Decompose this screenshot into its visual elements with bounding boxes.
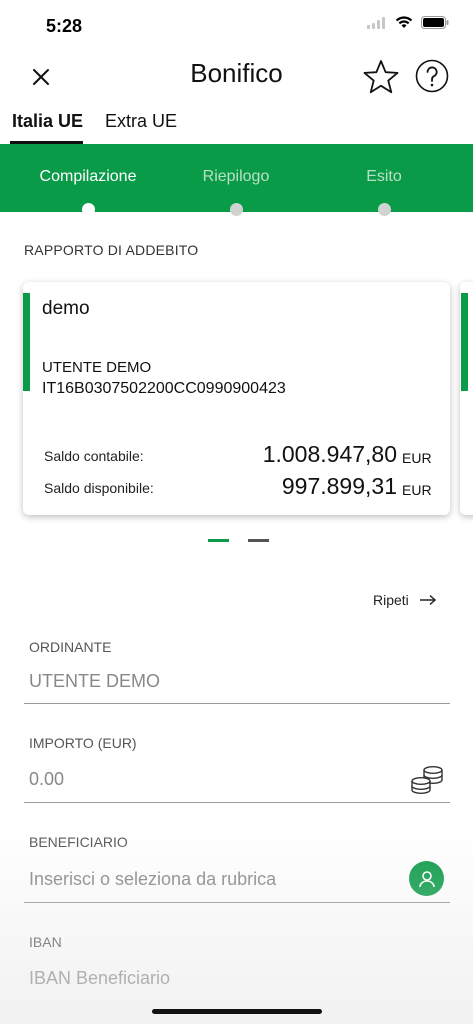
favorite-button[interactable] (362, 58, 400, 96)
help-button[interactable] (415, 59, 449, 93)
step-riepilogo: Riepilogo (202, 168, 270, 185)
beneficiario-label: BENEFICIARIO (29, 834, 128, 850)
carousel-indicator-active[interactable] (208, 539, 229, 542)
importo-divider (24, 802, 450, 803)
step-dot-riepilogo (230, 203, 243, 216)
ordinante-label: ORDINANTE (29, 639, 112, 655)
tab-italia-ue[interactable]: Italia UE (12, 111, 83, 132)
iban-input[interactable]: IBAN Beneficiario (29, 968, 170, 989)
arrow-right-icon (419, 594, 436, 606)
available-balance-currency: EUR (402, 482, 432, 498)
account-holder: UTENTE DEMO (42, 359, 152, 376)
signal-icon (367, 16, 385, 29)
available-balance-value: 997.899,31 (281, 473, 397, 499)
repeat-button[interactable]: Ripeti (373, 592, 437, 608)
home-indicator[interactable] (152, 1009, 322, 1014)
importo-label: IMPORTO (EUR) (29, 735, 137, 751)
tab-extra-ue[interactable]: Extra UE (105, 111, 177, 132)
battery-icon (421, 16, 449, 29)
accounting-balance-value: 1.008.947,80 (262, 441, 397, 467)
iban-label: IBAN (29, 934, 62, 950)
beneficiario-input[interactable]: Inserisci o seleziona da rubrica (29, 869, 276, 890)
page-title: Bonifico (190, 58, 283, 88)
carousel-indicator[interactable] (248, 539, 269, 542)
account-name: demo (42, 298, 90, 319)
importo-input[interactable]: 0.00 (29, 769, 64, 790)
contact-icon (418, 870, 435, 887)
coins-icon[interactable] (410, 764, 444, 794)
repeat-label: Ripeti (373, 592, 409, 608)
step-dot-compilazione (82, 203, 95, 216)
ordinante-divider (24, 703, 450, 704)
step-dot-esito (378, 203, 391, 216)
accounting-balance-currency: EUR (402, 450, 432, 466)
star-icon (363, 60, 399, 94)
card-accent (23, 293, 30, 391)
available-balance-label: Saldo disponibile: (44, 480, 154, 496)
step-compilazione: Compilazione (39, 168, 137, 185)
section-label-debit: RAPPORTO DI ADDEBITO (24, 242, 199, 258)
status-icons (367, 16, 449, 29)
wifi-icon (395, 16, 413, 28)
beneficiario-divider (24, 902, 450, 903)
next-card-accent (461, 293, 468, 391)
status-time: 5:28 (46, 16, 83, 36)
bottom-fade (0, 820, 473, 1024)
step-esito: Esito (366, 168, 402, 185)
address-book-button[interactable] (409, 861, 444, 896)
accounting-balance-label: Saldo contabile: (44, 448, 144, 464)
help-icon (415, 59, 449, 93)
account-iban: IT16B0307502200CC0990900423 (42, 380, 286, 397)
ordinante-value: UTENTE DEMO (29, 671, 161, 691)
